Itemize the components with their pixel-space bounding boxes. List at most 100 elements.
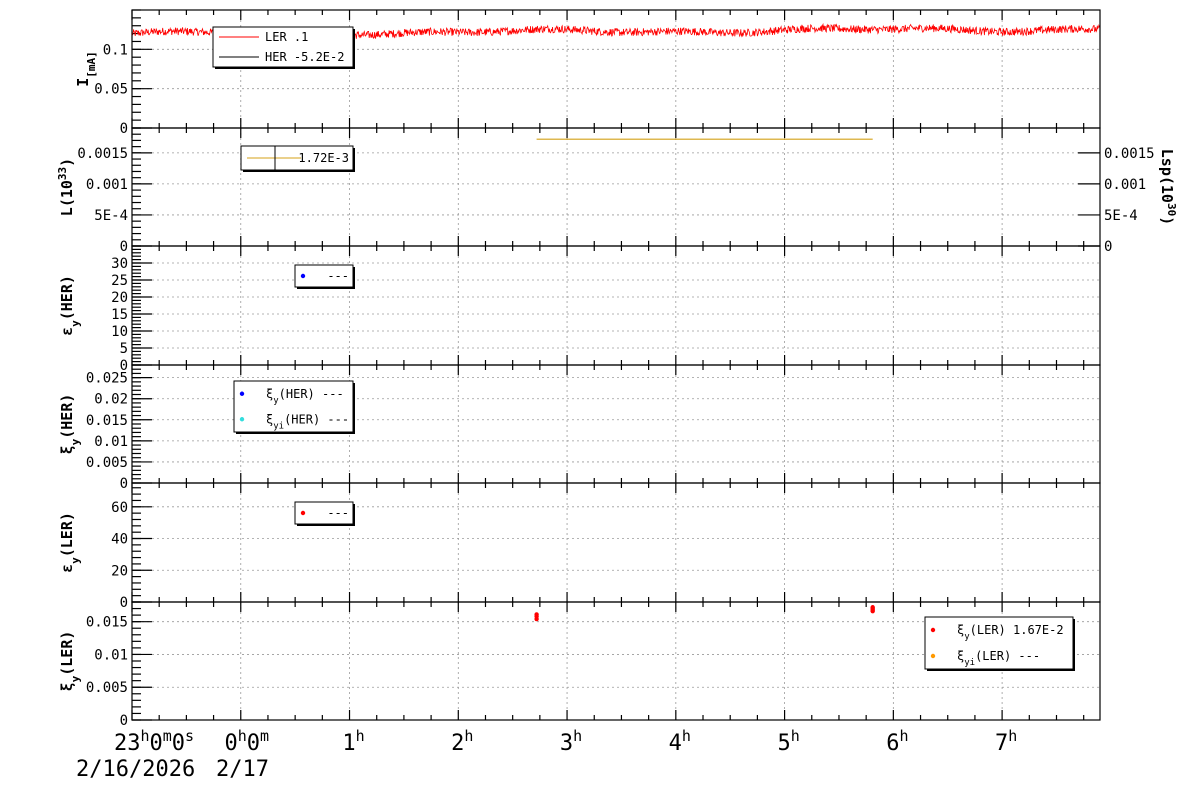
text-part: 33	[56, 167, 69, 180]
y-axis-label: εy(HER)	[58, 275, 82, 336]
y-tick-label: 0.015	[86, 413, 128, 429]
panel-frame	[131, 482, 1101, 603]
x-tick-label: 7h	[995, 727, 1017, 756]
text-part: 0.001	[86, 177, 128, 193]
text-part: 0.005	[86, 680, 128, 696]
legend: ξy(LER) 1.67E-2ξyi(LER) ---	[924, 616, 1075, 671]
text-part: 0	[247, 731, 260, 756]
text-part: 30	[111, 256, 128, 272]
legend: ξy(HER) ---ξyi(HER) ---	[233, 380, 355, 434]
x-tick-label: 0h0m	[224, 727, 269, 756]
text-part: ξ	[58, 682, 76, 691]
text-part: 0	[120, 476, 128, 492]
legend-marker	[239, 417, 245, 422]
text-part: 5E-4	[1104, 208, 1138, 224]
text-part: h	[573, 727, 582, 745]
legend: ---	[294, 264, 355, 289]
text-part: 3	[560, 731, 573, 756]
text-part: 15	[111, 307, 128, 323]
text-part: 0.0015	[77, 146, 128, 162]
y-tick-label: 0.001	[86, 177, 128, 193]
text-part: 0	[120, 121, 128, 137]
legend-marker	[239, 391, 245, 396]
y-tick-label: 30	[111, 256, 128, 272]
text-part: ---	[327, 506, 349, 520]
text-part: h	[791, 727, 800, 745]
x-tick-label: 5h	[777, 727, 799, 756]
panel-current: 00.050.1I[mA]LER .1HER -5.2E-2	[74, 9, 1101, 137]
text-part: 5	[777, 731, 790, 756]
text-part: ξ	[58, 445, 76, 454]
legend: 1.72E-3	[240, 145, 355, 172]
text-part: (LER)	[58, 512, 76, 557]
y-tick-label: 60	[111, 500, 128, 516]
text-part: 0	[120, 713, 128, 729]
text-part: h	[1008, 727, 1017, 745]
text-part: 0	[149, 731, 162, 756]
y-tick-label: 0	[120, 121, 128, 137]
text-part: 25	[111, 273, 128, 289]
right-y-tick-label: 0	[1104, 239, 1112, 255]
panel-xi-ler: 00.0050.010.015ξy(LER)ξy(LER) 1.67E-2ξyi…	[58, 601, 1101, 729]
text-part: 5E-4	[94, 208, 128, 224]
y-axis-label: ξy(HER)	[58, 394, 82, 455]
data-point	[870, 605, 875, 610]
text-part: ε	[58, 564, 76, 573]
y-tick-label: 0	[120, 713, 128, 729]
text-part: 5	[120, 341, 128, 357]
text-part: 0	[120, 239, 128, 255]
y-tick-label: 0	[120, 476, 128, 492]
text-part: L(10	[58, 180, 76, 216]
chart-svg: 00.050.1I[mA]LER .1HER -5.2E-205E-40.001…	[56, 9, 1179, 782]
y-tick-label: 0	[120, 595, 128, 611]
text-part: h	[682, 727, 691, 745]
text-part: 0.0015	[1104, 146, 1155, 162]
text-part: 0	[1104, 239, 1112, 255]
text-part: 0.025	[86, 371, 128, 387]
text-part: [mA]	[85, 51, 98, 78]
y-tick-label: 5	[120, 341, 128, 357]
text-part: h	[464, 727, 473, 745]
text-part: m	[163, 727, 172, 745]
y-tick-label: 0.005	[86, 455, 128, 471]
text-part: 0.015	[86, 413, 128, 429]
x-tick-label: 3h	[560, 727, 582, 756]
text-part: 1.72E-3	[298, 151, 349, 165]
text-part: 4	[669, 731, 682, 756]
legend-marker	[930, 627, 936, 633]
x-tick-label: 6h	[886, 727, 908, 756]
text-part: (HER)	[279, 387, 315, 401]
text-part: 30	[1166, 203, 1179, 216]
panel-frame	[131, 245, 1101, 366]
legend-entry: ---	[327, 269, 349, 283]
x-tick-label: 1h	[342, 727, 364, 756]
text-part: ξ	[957, 649, 964, 663]
y-tick-label: 0.01	[94, 647, 128, 663]
x-tick-label: 2h	[451, 727, 473, 756]
y-tick-label: 40	[111, 532, 128, 548]
text-part: ---	[1011, 649, 1040, 663]
text-part: 0.001	[1104, 177, 1146, 193]
y-tick-label: 0	[120, 239, 128, 255]
text-part: 0.1	[103, 42, 128, 58]
text-part: (HER)	[284, 412, 320, 426]
right-y-tick-label: 0.0015	[1104, 146, 1155, 162]
text-part: 0.01	[94, 647, 128, 663]
text-part: 2/16/2026	[76, 757, 195, 782]
text-part: 1.67E-2	[1006, 623, 1064, 637]
text-part: 40	[111, 532, 128, 548]
text-part: h	[356, 727, 365, 745]
text-part: LER	[265, 30, 287, 44]
trend-chart: 0 0.05 0.1 I[mA] LER .1 HER -5.2E-2 0 5E-4 0.001…	[0, 0, 1200, 798]
text-part: (HER)	[58, 275, 76, 320]
panel-luminosity: 05E-40.0010.001505E-40.0010.0015 Lsp(1030…	[56, 127, 1179, 255]
text-part: yi	[273, 421, 284, 431]
legend-entry: ---	[327, 506, 349, 520]
legend-marker	[300, 510, 306, 516]
date-label: 2/16/2026	[76, 757, 195, 782]
x-tick-label: 23h0m0s	[114, 727, 194, 756]
data-point	[534, 612, 539, 617]
legend-marker	[930, 653, 936, 659]
y-axis-label: L(1033)	[56, 158, 77, 216]
text-part: m	[260, 727, 269, 745]
